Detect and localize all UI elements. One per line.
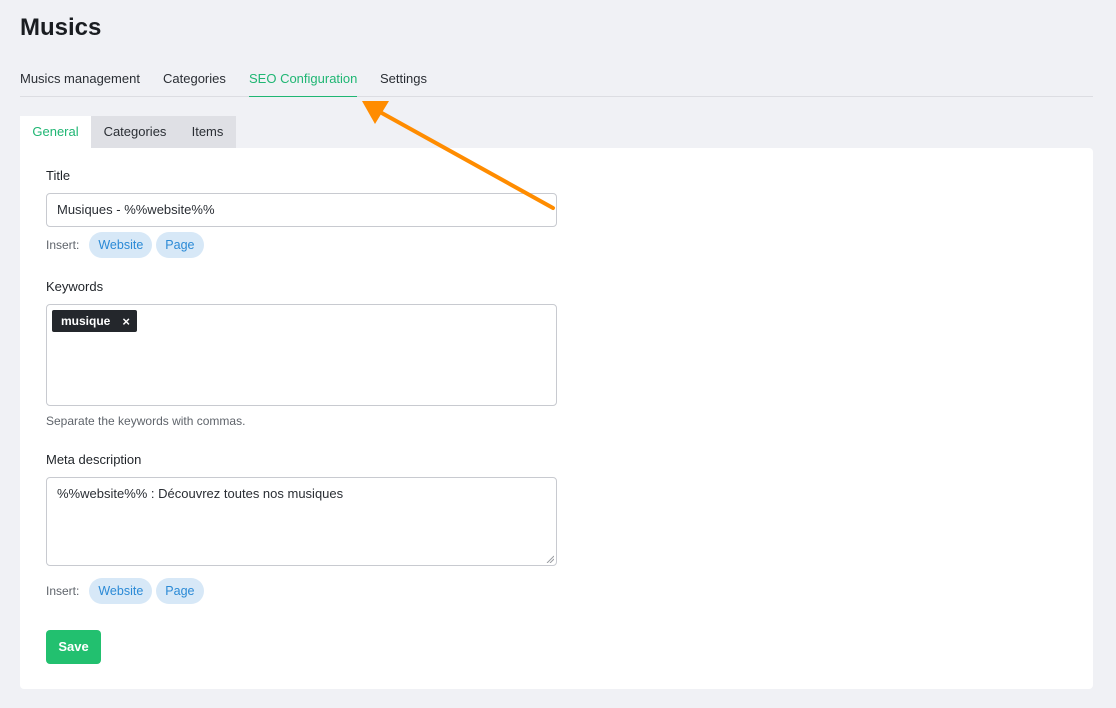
- tab-categories[interactable]: Categories: [163, 64, 226, 97]
- title-insert-page-button[interactable]: Page: [156, 232, 204, 258]
- title-insert-website-button[interactable]: Website: [89, 232, 153, 258]
- keywords-input[interactable]: musique ×: [46, 304, 557, 406]
- seo-general-form: Title Musiques - %%website%% Insert: Web…: [20, 148, 1093, 689]
- meta-description-insert-row: Insert: Website Page: [46, 578, 208, 604]
- meta-description-label: Meta description: [46, 452, 142, 467]
- title-insert-row: Insert: Website Page: [46, 232, 208, 258]
- resize-handle-icon[interactable]: [546, 555, 554, 563]
- save-button[interactable]: Save: [46, 630, 101, 664]
- meta-insert-page-button[interactable]: Page: [156, 578, 204, 604]
- tab-musics-management[interactable]: Musics management: [20, 64, 140, 97]
- title-input[interactable]: Musiques - %%website%%: [46, 193, 557, 227]
- meta-insert-website-button[interactable]: Website: [89, 578, 153, 604]
- title-insert-label: Insert:: [46, 238, 80, 252]
- page-title: Musics: [20, 14, 102, 41]
- title-label: Title: [46, 168, 71, 183]
- meta-description-value: %%website%% : Découvrez toutes nos musiq…: [57, 486, 344, 501]
- keyword-tag: musique ×: [52, 310, 137, 332]
- keywords-help-text: Separate the keywords with commas.: [46, 414, 246, 428]
- tab-settings[interactable]: Settings: [380, 64, 427, 97]
- subtab-categories[interactable]: Categories: [91, 116, 179, 148]
- keyword-tag-label: musique: [61, 314, 111, 328]
- tab-seo-configuration[interactable]: SEO Configuration: [249, 64, 358, 97]
- meta-insert-label: Insert:: [46, 584, 80, 598]
- subtab-general[interactable]: General: [20, 116, 91, 148]
- subtab-items[interactable]: Items: [179, 116, 236, 148]
- keywords-label: Keywords: [46, 279, 104, 294]
- remove-tag-icon[interactable]: ×: [122, 314, 130, 329]
- meta-description-textarea[interactable]: %%website%% : Découvrez toutes nos musiq…: [46, 477, 557, 566]
- main-tabs: Musics management Categories SEO Configu…: [20, 64, 1093, 97]
